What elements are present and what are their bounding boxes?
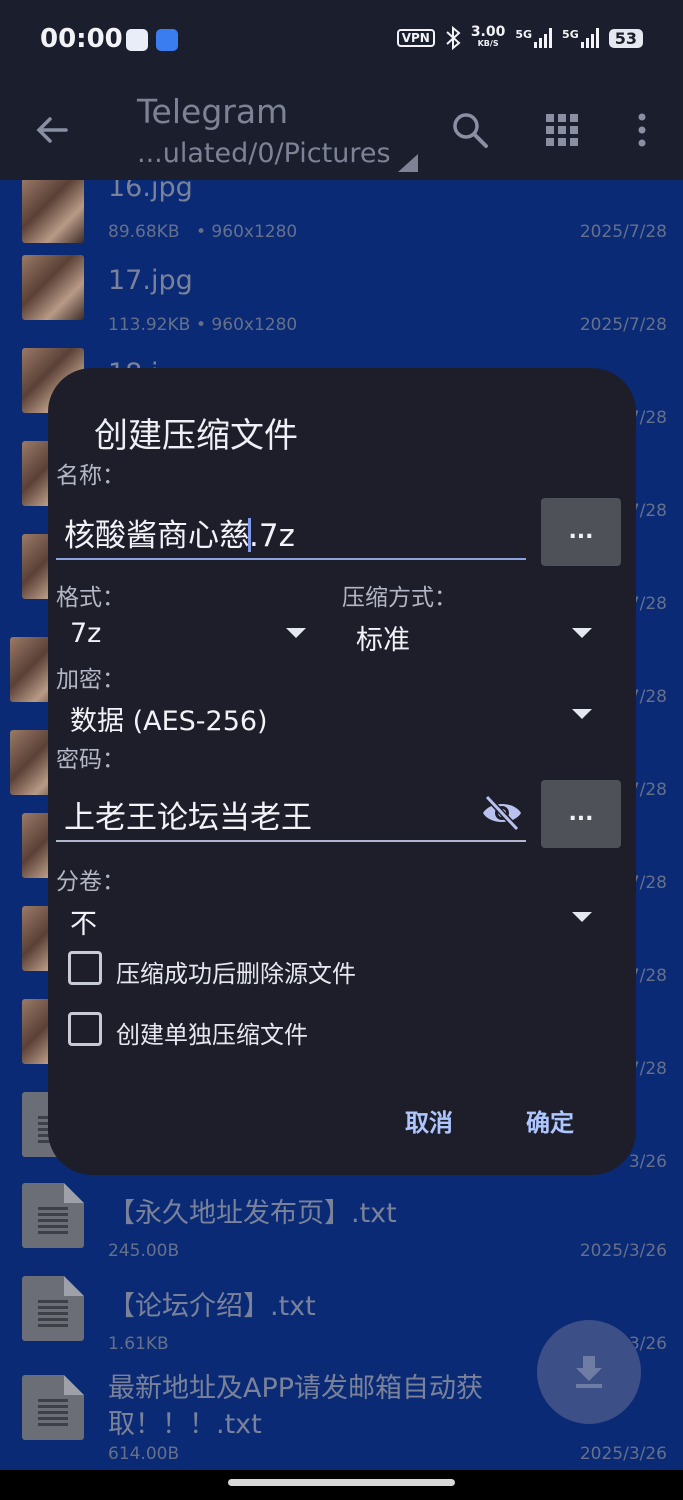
split-select[interactable]: 不 bbox=[56, 894, 598, 944]
more-vert-icon[interactable] bbox=[622, 110, 662, 150]
vpn-icon: VPN bbox=[396, 29, 435, 47]
file-name: 最新地址及APP请发邮箱自动获取！！！.txt bbox=[108, 1373, 484, 1440]
split-label: 分卷： bbox=[56, 869, 125, 895]
signal-icon-2: 5G bbox=[562, 28, 599, 48]
file-size: 245.00B bbox=[108, 1241, 180, 1261]
signal-icon-1: 5G bbox=[515, 28, 553, 48]
separate-archive-checkbox[interactable] bbox=[68, 1012, 102, 1046]
status-time: 00:00 bbox=[40, 24, 123, 54]
file-row[interactable]: 17.jpg 113.92KB • 960x1280 2025/7/28 bbox=[0, 255, 683, 366]
text-file-icon bbox=[22, 1183, 84, 1248]
grid-view-icon[interactable] bbox=[542, 110, 582, 150]
delete-source-label[interactable]: 压缩成功后删除源文件 bbox=[116, 954, 356, 989]
notification-gallery-icon bbox=[156, 29, 178, 51]
file-date: 2025/3/26 bbox=[579, 1444, 667, 1464]
text-file-icon bbox=[22, 1276, 84, 1341]
path-dropdown-caret-icon[interactable] bbox=[398, 154, 418, 172]
visibility-off-icon[interactable] bbox=[480, 793, 524, 833]
file-resolution: • 960x1280 bbox=[196, 222, 298, 242]
chevron-down-icon bbox=[572, 912, 592, 922]
delete-source-checkbox[interactable] bbox=[68, 951, 102, 985]
ok-button[interactable]: 确定 bbox=[526, 1103, 574, 1138]
chevron-down-icon bbox=[572, 709, 592, 719]
separate-archive-label[interactable]: 创建单独压缩文件 bbox=[116, 1015, 308, 1050]
battery-icon: 53 bbox=[608, 28, 643, 48]
status-icons: VPN 3.00 KB/S 5G 5G 53 bbox=[396, 24, 643, 50]
toolbar-title: Telegram bbox=[137, 92, 289, 131]
file-size: 1.61KB bbox=[108, 1334, 169, 1354]
file-name: 17.jpg bbox=[108, 265, 193, 296]
home-gesture-handle[interactable] bbox=[228, 1479, 455, 1486]
name-label: 名称： bbox=[56, 463, 125, 489]
status-bar: 00:00 VPN 3.00 KB/S 5G 5G 53 bbox=[0, 0, 683, 80]
file-name: 【永久地址发布页】.txt bbox=[108, 1198, 397, 1229]
format-label: 格式： bbox=[56, 585, 125, 611]
compression-method-label: 压缩方式： bbox=[342, 585, 457, 611]
archive-name-field[interactable]: 核酸酱商心慈.7z bbox=[56, 502, 526, 560]
download-fab[interactable] bbox=[537, 1320, 641, 1424]
file-name: 16.jpg bbox=[108, 180, 193, 203]
file-date: 2025/7/28 bbox=[579, 222, 667, 242]
file-size: 614.00B bbox=[108, 1444, 180, 1464]
password-label: 密码： bbox=[56, 747, 125, 773]
file-thumbnail bbox=[22, 180, 84, 243]
file-name: 【论坛介绍】.txt bbox=[108, 1291, 316, 1322]
download-icon bbox=[576, 1356, 602, 1388]
search-icon[interactable] bbox=[450, 110, 490, 150]
compression-method-select[interactable]: 标准 bbox=[342, 610, 598, 660]
net-speed: 3.00 KB/S bbox=[470, 24, 506, 48]
system-nav-bar bbox=[0, 1470, 683, 1500]
chevron-down-icon bbox=[572, 628, 592, 638]
file-row[interactable]: 【永久地址发布页】.txt 245.00B 2025/3/26 bbox=[0, 1183, 683, 1296]
encryption-label: 加密： bbox=[56, 667, 125, 693]
format-select[interactable]: 7z bbox=[56, 610, 312, 660]
cancel-button[interactable]: 取消 bbox=[405, 1103, 453, 1138]
file-size: 89.68KB bbox=[108, 222, 180, 242]
back-arrow-icon[interactable] bbox=[32, 110, 72, 150]
file-date: 2025/3/26 bbox=[579, 1241, 667, 1261]
encryption-select[interactable]: 数据 (AES-256) bbox=[56, 691, 598, 741]
app-toolbar: Telegram ...ulated/0/Pictures bbox=[0, 80, 683, 180]
file-thumbnail bbox=[22, 255, 84, 320]
path-dropdown[interactable]: ...ulated/0/Pictures bbox=[137, 138, 391, 169]
file-date: 3/26 bbox=[628, 1152, 667, 1172]
dialog-title: 创建压缩文件 bbox=[94, 416, 298, 456]
create-archive-dialog: 创建压缩文件 名称： 核酸酱商心慈.7z ... 格式： 压缩方式： 7z 标准… bbox=[48, 368, 636, 1175]
file-row[interactable]: 16.jpg 89.68KB • 960x1280 2025/7/28 bbox=[0, 180, 683, 273]
bluetooth-icon bbox=[446, 26, 461, 50]
password-options-button[interactable]: ... bbox=[541, 780, 621, 848]
browse-button[interactable]: ... bbox=[541, 498, 621, 566]
notification-app-icon bbox=[126, 29, 148, 51]
text-file-icon bbox=[22, 1375, 84, 1440]
file-date: 2025/7/28 bbox=[579, 315, 667, 335]
chevron-down-icon bbox=[286, 628, 306, 638]
password-field[interactable]: 上老王论坛当老王 bbox=[56, 784, 526, 842]
file-resolution: • 960x1280 bbox=[196, 315, 298, 335]
file-size: 113.92KB bbox=[108, 315, 191, 335]
